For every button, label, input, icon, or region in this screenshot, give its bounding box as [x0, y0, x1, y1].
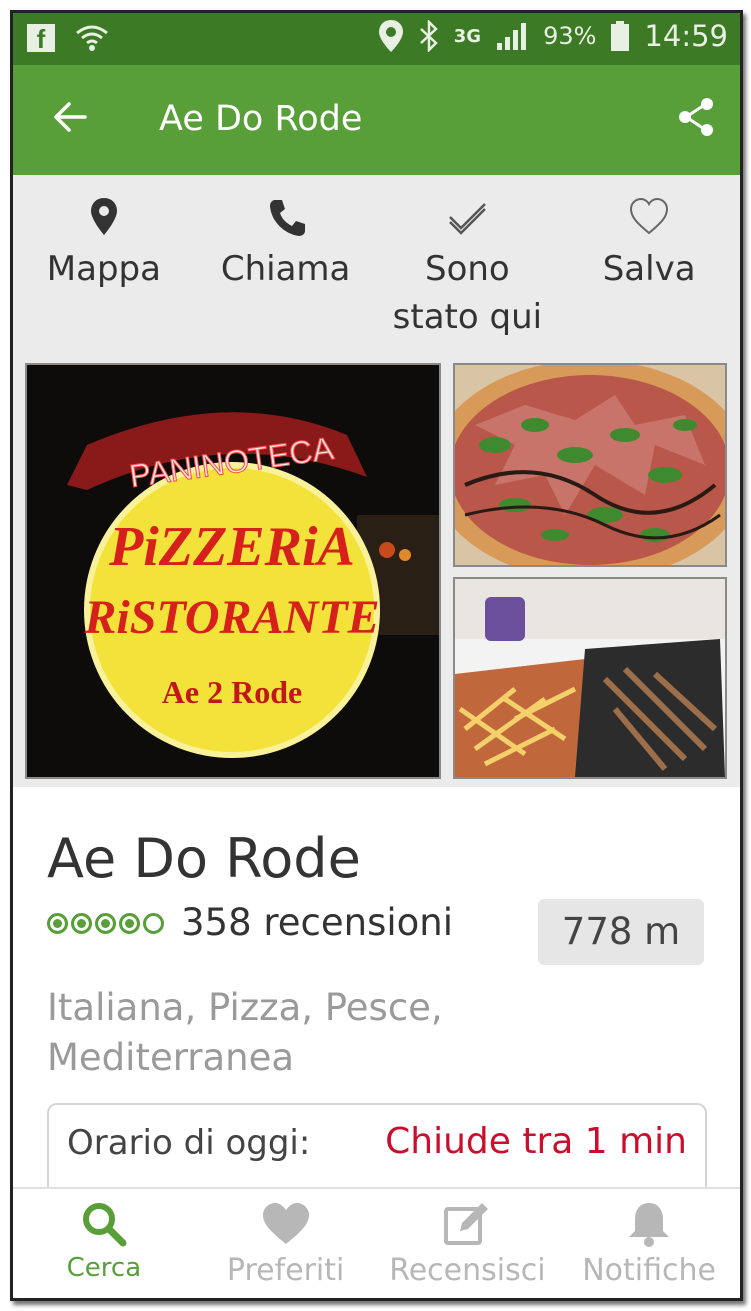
clock: 14:59 [644, 19, 728, 53]
action-row: Mappa Chiama Sono stato qui Salva [13, 175, 740, 351]
been-here-label-line1: Sono [425, 249, 510, 289]
been-here-label: Sono stato qui [393, 245, 542, 341]
battery-icon [611, 21, 630, 51]
call-button[interactable]: Chiama [195, 175, 377, 351]
review-count-link[interactable]: 358 recensioni [181, 901, 453, 944]
heart-icon [262, 1203, 309, 1244]
edit-icon [444, 1203, 489, 1245]
search-icon [82, 1203, 127, 1247]
tab-search-label: Cerca [66, 1253, 142, 1283]
bluetooth-icon [419, 20, 438, 52]
hours-label: Orario di oggi: [67, 1123, 311, 1163]
fries-image [455, 579, 725, 777]
pizza-image [455, 365, 725, 565]
status-bar: f 3G 93% 14:59 [13, 13, 740, 65]
tab-notifications[interactable]: Notifiche [558, 1189, 740, 1298]
photo-pizza[interactable] [453, 363, 727, 567]
tab-search[interactable]: Cerca [13, 1189, 195, 1298]
bottom-navigation: Cerca Preferiti Recensisci Notifiche [13, 1187, 740, 1298]
heart-outline-icon [630, 197, 669, 235]
battery-percent: 93% [543, 22, 597, 50]
restaurant-info: Ae Do Rode 358 recensioni 778 m Italiana… [13, 787, 740, 1217]
cuisine-list: Italiana, Pizza, Pesce, Mediterranea [47, 986, 443, 1079]
facebook-icon: f [27, 24, 55, 54]
photo-sign[interactable]: PANINOTECA PiZZERiA RiSTORANTE Ae 2 Rode [25, 363, 441, 779]
tab-review[interactable]: Recensisci [377, 1189, 559, 1298]
photo-fries[interactable] [453, 577, 727, 779]
location-status-icon [378, 20, 403, 52]
restaurant-name: Ae Do Rode [47, 827, 361, 890]
share-button[interactable] [674, 95, 718, 139]
map-button[interactable]: Mappa [13, 175, 195, 351]
tab-review-label: Recensisci [389, 1253, 546, 1288]
rating-bubble [71, 913, 92, 934]
photo-gallery: PANINOTECA PiZZERiA RiSTORANTE Ae 2 Rode [13, 351, 740, 787]
save-label: Salva [602, 249, 696, 289]
share-icon [679, 98, 713, 136]
network-type: 3G [453, 25, 482, 47]
tab-favorites[interactable]: Preferiti [195, 1189, 377, 1298]
phone-icon [269, 200, 305, 236]
signal-icon [497, 23, 527, 50]
sign-ristorante: RiSTORANTE [83, 591, 379, 644]
map-pin-icon [90, 198, 117, 235]
hours-status: Chiude tra 1 min [385, 1121, 687, 1162]
app-screen: f 3G 93% 14:59 Ae Do Rode Mappa Chiama S… [10, 10, 743, 1301]
page-title: Ae Do Rode [159, 99, 363, 139]
wifi-icon [76, 25, 108, 51]
sign-pizzeria: PiZZERiA [108, 516, 355, 578]
been-here-button[interactable]: Sono stato qui [377, 175, 559, 351]
checkmark-icon [449, 203, 487, 235]
call-label: Chiama [220, 249, 351, 289]
app-bar: Ae Do Rode [13, 65, 740, 175]
been-here-label-line2: stato qui [392, 297, 543, 337]
rating-bubble [143, 913, 164, 934]
tab-favorites-label: Preferiti [226, 1253, 345, 1288]
bell-icon [629, 1203, 670, 1247]
rating-bubbles [47, 913, 164, 934]
back-button[interactable] [49, 95, 93, 139]
rating-bubble [47, 913, 68, 934]
map-label: Mappa [46, 249, 161, 289]
illuminated-sign-image: PANINOTECA PiZZERiA RiSTORANTE Ae 2 Rode [27, 365, 439, 777]
rating-bubble [119, 913, 140, 934]
distance-badge: 778 m [538, 899, 704, 965]
save-button[interactable]: Salva [558, 175, 740, 351]
sign-ae-2-rode: Ae 2 Rode [162, 674, 302, 710]
tab-notifications-label: Notifiche [582, 1253, 716, 1288]
rating-bubble [95, 913, 116, 934]
arrow-left-icon [54, 102, 87, 132]
